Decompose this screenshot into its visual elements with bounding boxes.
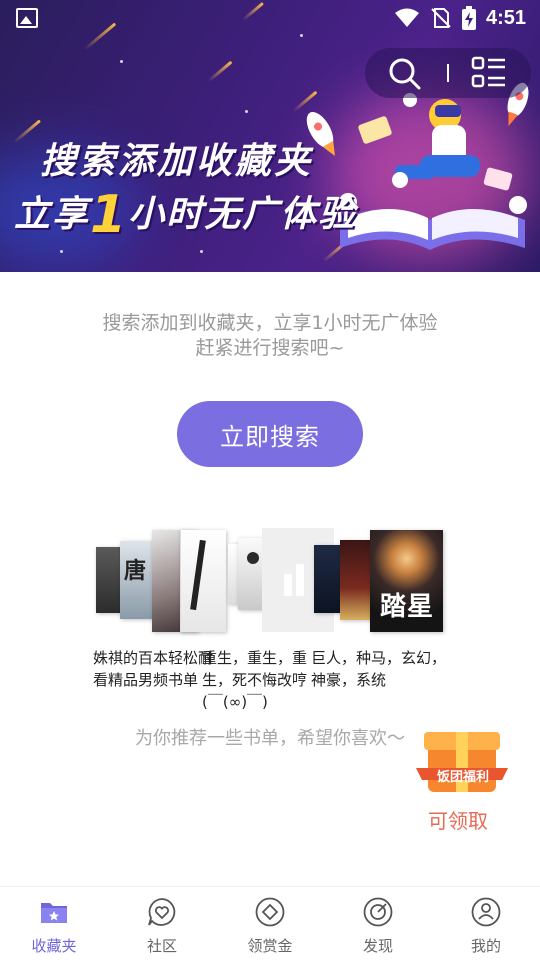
menu-list-icon[interactable]	[471, 56, 507, 90]
book-cover: 唐	[120, 541, 156, 619]
hint-line-1: 搜索添加到收藏夹，立享1小时无广体验	[102, 312, 438, 334]
book-cover-title: 踏星	[380, 592, 435, 622]
user-icon	[471, 897, 501, 927]
banner-subtitle: 立享1小时无广体验	[14, 185, 356, 245]
book-cover: 踏星	[370, 530, 443, 632]
search-icon[interactable]	[387, 56, 423, 92]
meteor-decoration	[207, 60, 233, 83]
star-decoration	[120, 60, 123, 63]
image-icon	[16, 8, 38, 28]
nav-item-rewards[interactable]: 领赏金	[216, 887, 324, 960]
status-time: 4:51	[485, 6, 526, 29]
nav-item-profile[interactable]: 我的	[432, 887, 540, 960]
placeholder-bar	[296, 564, 304, 596]
status-bar: 4:51	[0, 0, 540, 36]
wifi-icon	[394, 8, 419, 27]
booklist-title: 重生，重生，重生，死不悔改哼(￣(∞)￣)	[202, 649, 308, 711]
star-decoration	[60, 250, 63, 253]
banner-subtitle-highlight: 1	[90, 185, 129, 245]
battery-charging-icon	[461, 6, 476, 30]
nav-label: 我的	[470, 937, 501, 955]
book-cover-title: 唐	[124, 558, 147, 584]
banner-title: 搜索添加收藏夹	[40, 141, 314, 182]
placeholder-bar	[284, 574, 292, 596]
nav-item-community[interactable]: 社区	[108, 887, 216, 960]
star-decoration	[245, 110, 248, 113]
nav-item-favorites[interactable]: 收藏夹	[0, 887, 108, 960]
nav-label: 领赏金	[247, 937, 293, 955]
folder-star-icon	[41, 903, 67, 923]
figure-head	[247, 552, 259, 564]
banner-tool-pill	[365, 48, 531, 98]
bottom-nav: 收藏夹 社区 领赏金 发现 我的	[0, 886, 540, 960]
nav-item-discover[interactable]: 发现	[324, 887, 432, 960]
nav-label: 社区	[146, 937, 177, 955]
search-now-button[interactable]: 立即搜索	[177, 401, 363, 467]
chat-heart-icon	[148, 898, 176, 926]
brush-stroke	[190, 539, 206, 611]
booklist-title: 巨人，种马，玄幻，神豪，系统	[311, 649, 447, 689]
gift-badge: 饭团福利	[436, 770, 489, 785]
banner-subtitle-prefix: 立享	[14, 194, 91, 235]
gift-label[interactable]: 可领取	[428, 805, 488, 834]
no-sim-icon	[431, 8, 451, 28]
promo-banner[interactable]: 搜索添加收藏夹 立享1小时无广体验 4:51	[0, 0, 540, 272]
nav-label: 收藏夹	[31, 937, 77, 955]
diamond-coin-icon	[255, 897, 285, 927]
banner-subtitle-suffix: 小时无广体验	[128, 194, 357, 235]
nav-label: 发现	[362, 937, 393, 955]
meteor-decoration	[13, 119, 41, 144]
tool-divider	[447, 64, 449, 82]
book-cover	[180, 530, 226, 632]
star-decoration	[200, 250, 203, 253]
hint-line-2: 赶紧进行搜索吧~	[195, 337, 345, 359]
compass-icon	[363, 897, 393, 927]
